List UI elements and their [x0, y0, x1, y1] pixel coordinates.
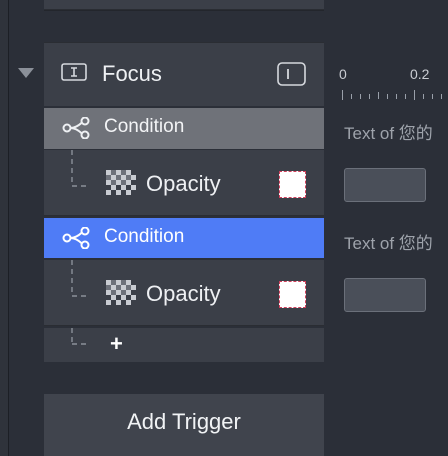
previous-section-bottom	[44, 0, 324, 10]
focus-label: Focus	[102, 61, 162, 86]
checkerboard-opacity-icon	[106, 280, 136, 308]
divider	[44, 10, 324, 11]
checkerboard-opacity-icon	[106, 170, 136, 198]
ruler-label: 0.2	[410, 66, 430, 82]
condition-text-preview: Text of 您的	[344, 234, 433, 253]
opacity-color-swatch[interactable]	[279, 171, 306, 198]
value-field[interactable]	[344, 278, 426, 312]
condition-text-preview: Text of 您的	[344, 124, 433, 143]
tree-connector	[68, 260, 94, 326]
opacity-color-swatch[interactable]	[279, 281, 306, 308]
left-gutter	[0, 0, 9, 456]
focus-trigger-row[interactable]: Focus	[44, 42, 324, 106]
property-row-opacity[interactable]: Opacity	[44, 150, 324, 216]
tree-connector	[68, 150, 94, 216]
property-label: Opacity	[146, 171, 221, 196]
add-trigger-label: Add Trigger	[127, 409, 241, 434]
property-row-opacity[interactable]: Opacity	[44, 260, 324, 326]
branch-icon	[62, 226, 90, 250]
add-condition-row[interactable]: +	[44, 328, 324, 362]
branch-icon	[62, 116, 90, 140]
add-condition-button[interactable]: +	[110, 331, 123, 357]
collapse-arrow-icon[interactable]	[17, 66, 35, 78]
panel-toggle-icon[interactable]	[277, 62, 306, 86]
condition-label: Condition	[104, 226, 185, 247]
value-field[interactable]	[344, 168, 426, 202]
add-trigger-button[interactable]: Add Trigger	[44, 394, 324, 456]
timeline-ruler	[324, 88, 448, 100]
property-label: Opacity	[146, 281, 221, 306]
tree-connector	[68, 328, 94, 362]
timeline-pane: 0 0.2 Text of 您的 Text of 您的	[324, 42, 448, 456]
condition-row[interactable]: Condition	[44, 218, 324, 258]
text-cursor-icon	[61, 63, 87, 81]
ruler-label: 0	[339, 66, 347, 82]
condition-label: Condition	[104, 116, 185, 137]
condition-row[interactable]: Condition	[44, 108, 324, 149]
